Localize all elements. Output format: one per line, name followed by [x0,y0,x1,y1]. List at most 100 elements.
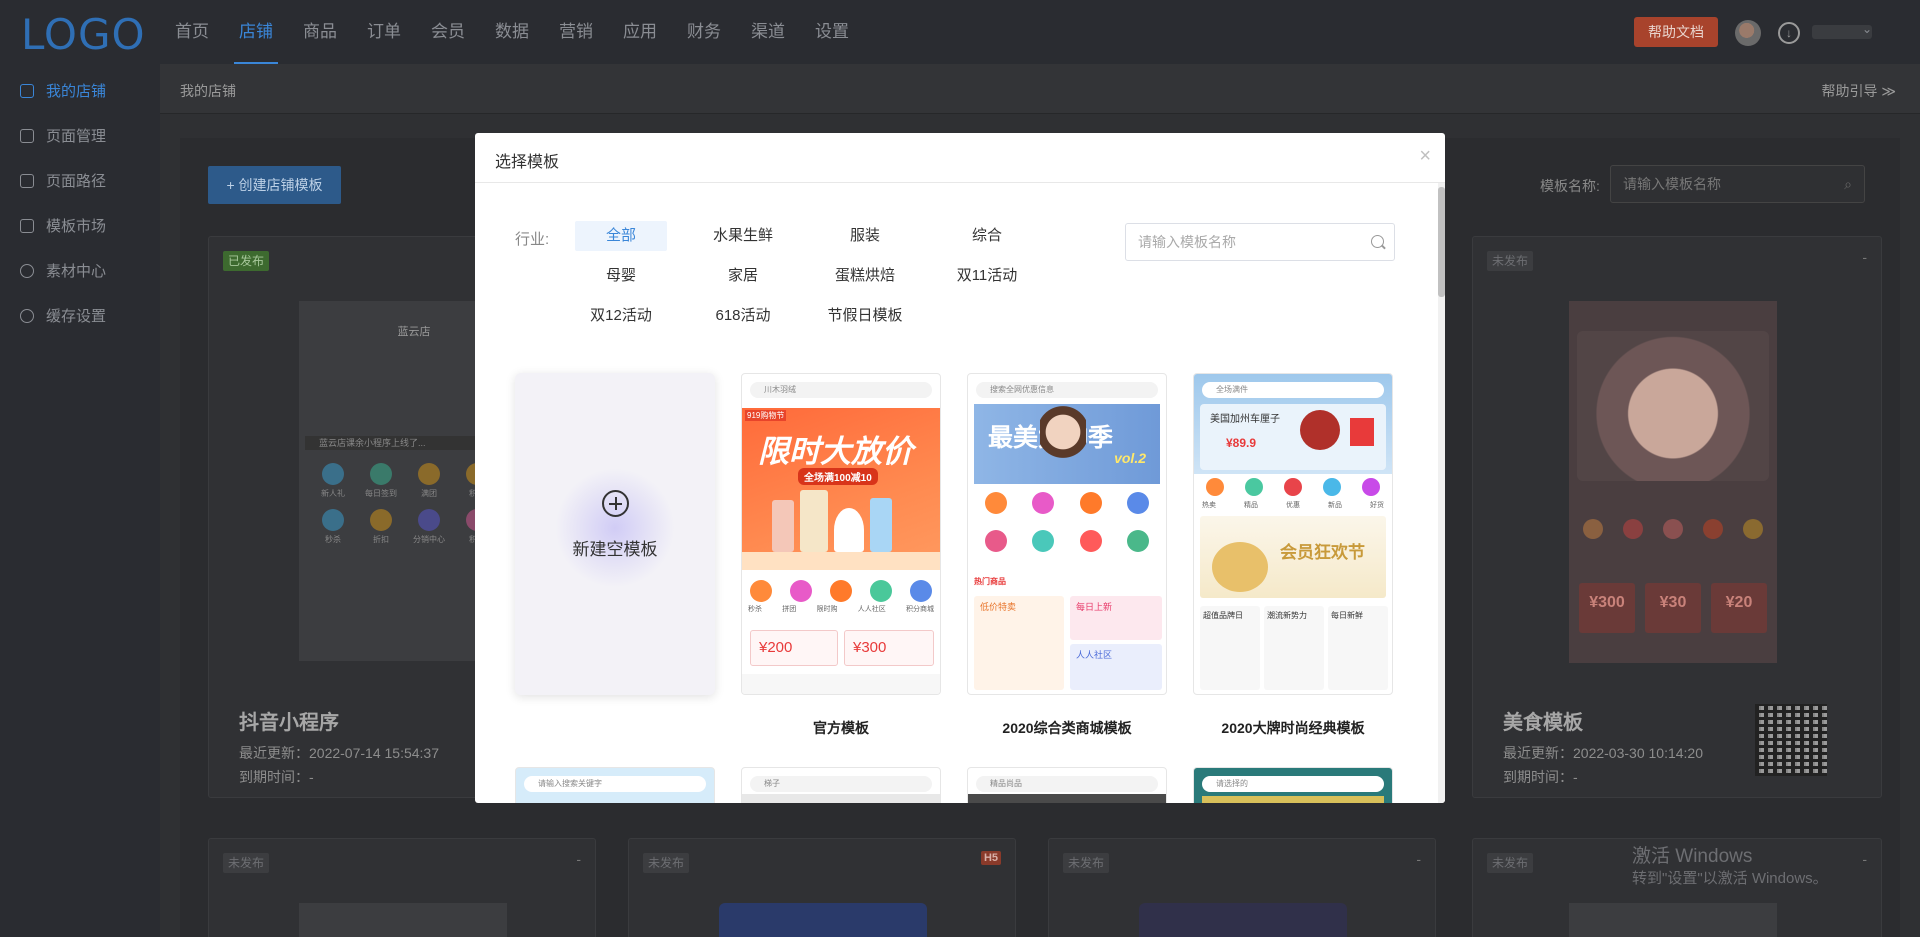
sidebar-item-label: 我的店铺 [46,83,107,100]
sidebar-item-page-management[interactable]: 页面管理 [0,113,160,158]
status-badge: 未发布 [223,853,270,873]
sidebar-item-page-path[interactable]: 页面路径 [0,158,160,203]
template-icon-labels: 热卖 精品 优惠 新品 好货 [1202,502,1384,509]
h5-tag: H5 [980,851,1001,865]
grid-item: 分销中心 [405,505,453,551]
card-menu[interactable]: - [1416,851,1421,867]
nav-store[interactable]: 店铺 [224,0,288,64]
nav-settings[interactable]: 设置 [800,0,864,64]
store-preview [1569,903,1777,937]
template-hero-banner: 919购物节 限时大放价 全场满100减10 [742,408,940,570]
nav-finance[interactable]: 财务 [672,0,736,64]
industry-double-12[interactable]: 双12活动 [575,301,667,331]
promo-block: 潮流新势力 [1264,606,1324,690]
promo-block: 低价特卖 [974,596,1064,690]
cache-icon [20,308,34,323]
template-search-bar: 精品尚品 [976,776,1158,792]
modal-scroll-thumb[interactable] [1438,187,1445,297]
template-card-2020-fashion[interactable]: 全场满件 美国加州车厘子 ¥89.9 热卖 精品 优惠 新品 好货 会员狂欢节 超值品牌… [1193,373,1393,695]
sidebar-item-label: 缓存设置 [46,308,107,325]
template-name-label: 模板名称: [1540,178,1600,194]
template-name-placeholder: 请输入模板名称 [1623,176,1721,192]
status-badge: 已发布 [223,251,270,271]
industry-double-11[interactable]: 双11活动 [941,261,1033,291]
search-icon: ⌕ [1844,176,1852,192]
select-template-modal: 选择模板 × 行业: 全部 水果生鲜 服装 综合 母婴 家居 蛋糕烘焙 双11活… [475,133,1445,803]
industry-cake-baking[interactable]: 蛋糕烘焙 [819,261,911,291]
help-guide-link[interactable]: 帮助引导 ≫ [1821,81,1896,101]
nav-orders[interactable]: 订单 [352,0,416,64]
main-nav: 首页 店铺 商品 订单 会员 数据 营销 应用 财务 渠道 设置 [160,0,864,64]
industry-fruit-fresh[interactable]: 水果生鲜 [697,221,789,251]
store-preview: ¥300 ¥30 ¥20 [1569,301,1777,663]
nav-data[interactable]: 数据 [480,0,544,64]
card-menu[interactable]: - [576,851,581,867]
windows-activation-watermark: 激活 Windows [1632,846,1753,867]
store-card[interactable]: 未发布 - [1048,838,1436,937]
sidebar-item-material-center[interactable]: 素材中心 [0,248,160,293]
industry-home[interactable]: 家居 [697,261,789,291]
breadcrumb-bar: 我的店铺 帮助引导 ≫ [160,64,1920,114]
card-menu[interactable]: - [1862,851,1867,867]
industry-618[interactable]: 618活动 [697,301,789,331]
create-store-template-button[interactable]: + 创建店铺模板 [208,166,341,204]
promo-block: 每日新鲜 [1328,606,1388,690]
sidebar-item-label: 页面管理 [46,128,107,145]
template-card-2020-general[interactable]: 搜索全网优惠信息 最美女神季 vol.2 热门商品 低价特卖 每日上新 人人社区 [967,373,1167,695]
page-icon [20,128,34,143]
nav-home[interactable]: 首页 [160,0,224,64]
sidebar-item-template-market[interactable]: 模板市场 [0,203,160,248]
template-name-input[interactable]: 请输入模板名称 ⌕ [1610,165,1865,203]
industry-general[interactable]: 综合 [941,221,1033,251]
grid-item: 新人礼 [309,459,357,505]
store-card[interactable]: 未发布 - [208,838,596,937]
template-icon-row [750,580,932,602]
last-updated: 最近更新：2022-07-14 15:54:37 [239,745,439,761]
industry-holiday[interactable]: 节假日模板 [819,301,911,331]
nav-marketing[interactable]: 营销 [544,0,608,64]
store-card[interactable]: 未发布 - ¥300 ¥30 ¥20 美食模板 最近更新：2022-03-30 … [1472,236,1882,798]
plus-circle-icon [602,490,629,517]
sidebar-item-cache-settings[interactable]: 缓存设置 [0,293,160,338]
card-menu[interactable]: - [1862,249,1867,265]
chevron-down-icon[interactable]: ⌄ [1862,22,1872,36]
template-card[interactable]: 精品尚品 [967,767,1167,803]
store-card[interactable]: 未发布 H5 [628,838,1016,937]
template-search-input[interactable]: 请输入模板名称 [1125,223,1395,261]
template-card-official[interactable]: 川木羽绒 919购物节 限时大放价 全场满100减10 秒杀 拼团 限时购 人人社区积… [741,373,941,695]
new-blank-template-card[interactable]: 新建空模板 [515,373,715,695]
sidebar-item-my-store[interactable]: 我的店铺 [0,68,160,113]
logo: LOGO [21,10,146,59]
store-title: 抖音小程序 [239,712,339,734]
coupon-row: ¥300 ¥30 ¥20 [1579,583,1767,633]
path-icon [20,173,34,188]
cake-image [1577,331,1769,481]
template-card[interactable]: 请选择的 [1193,767,1393,803]
search-placeholder: 请输入模板名称 [1138,234,1236,250]
nav-apps[interactable]: 应用 [608,0,672,64]
help-doc-button[interactable]: 帮助文档 [1634,17,1718,47]
nav-channels[interactable]: 渠道 [736,0,800,64]
download-icon[interactable]: ↓ [1778,22,1800,44]
template-name: 2020综合类商城模板 [1002,720,1132,736]
industry-clothing[interactable]: 服装 [819,221,911,251]
windows-activation-hint: 转到"设置"以激活 Windows。 [1632,870,1828,887]
nav-members[interactable]: 会员 [416,0,480,64]
store-preview [299,903,507,937]
industry-all[interactable]: 全部 [575,221,667,251]
template-card[interactable]: 请输入搜索关键字 [515,767,715,803]
status-badge: 未发布 [643,853,690,873]
template-card[interactable]: 梯子 [741,767,941,803]
search-icon[interactable] [1371,235,1384,248]
close-icon[interactable]: × [1419,145,1431,168]
qr-code [1755,704,1827,776]
coupon: ¥300 [844,630,934,666]
new-blank-label: 新建空模板 [572,540,658,559]
industry-mother-baby[interactable]: 母婴 [575,261,667,291]
store-title: 美食模板 [1503,712,1583,734]
grid-item: 折扣 [357,505,405,551]
hero-title: 美国加州车厘子 [1210,414,1280,425]
template-search-bar: 请输入搜索关键字 [524,776,706,792]
avatar[interactable] [1735,20,1761,46]
nav-products[interactable]: 商品 [288,0,352,64]
